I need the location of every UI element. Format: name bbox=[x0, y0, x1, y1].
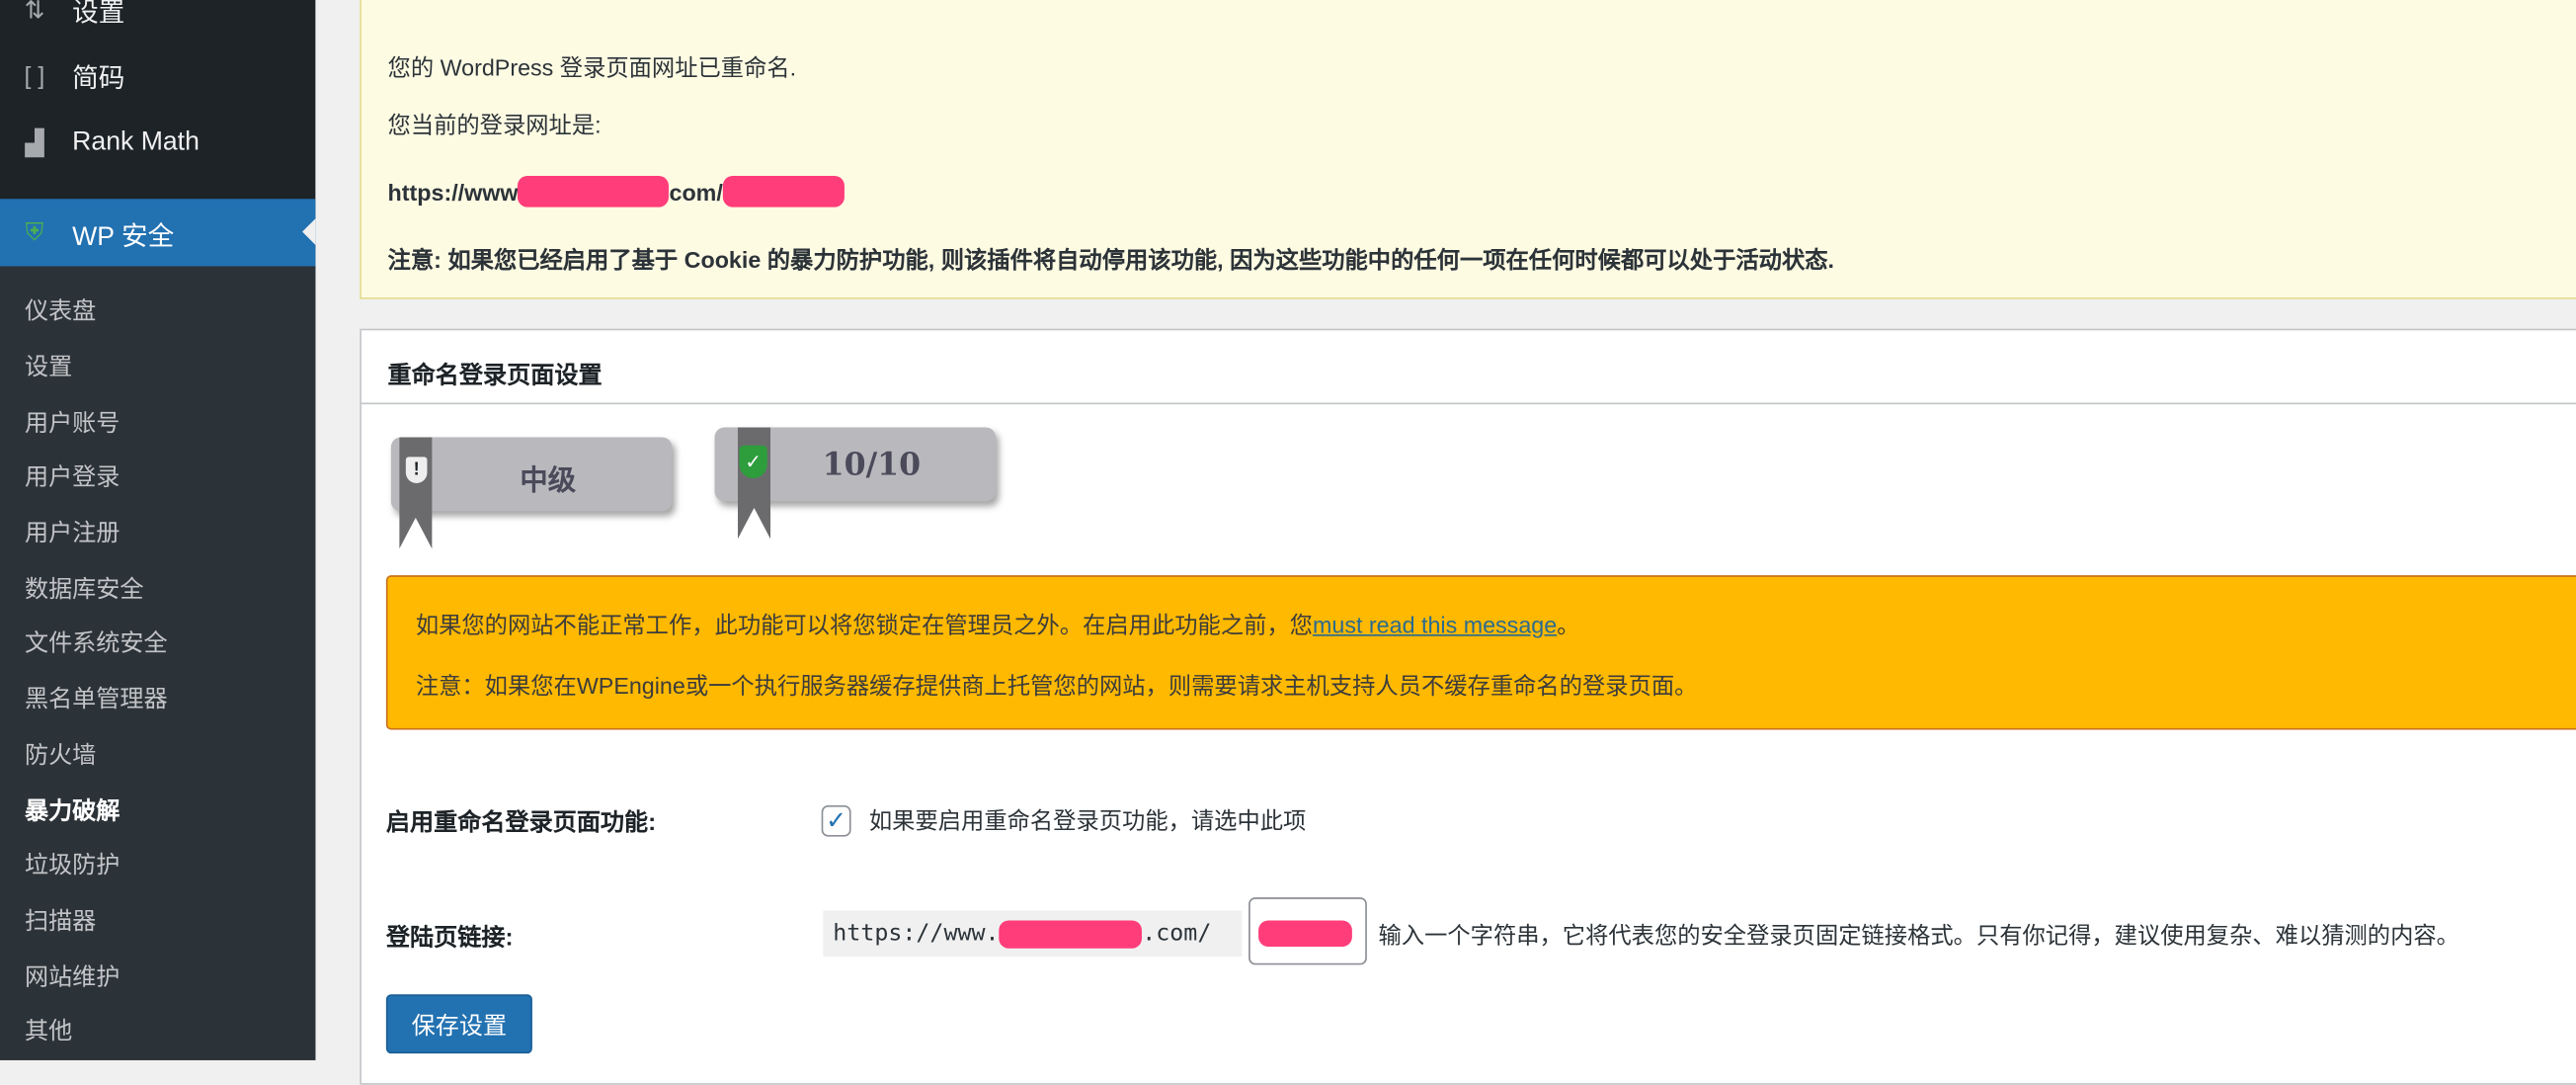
submenu-maintenance[interactable]: 网站维护 bbox=[25, 959, 120, 993]
rename-success-notice: 您的 WordPress 登录页面网址已重命名. 您当前的登录网址是: http… bbox=[360, 0, 2576, 299]
current-login-url: https://www com/ bbox=[388, 175, 845, 208]
panel-title: 重命名登录页面设置 bbox=[387, 363, 603, 390]
rank-math-icon: ▟ bbox=[25, 129, 44, 158]
warning-line: 如果您的网站不能正常工作，此功能可以将您锁定在管理员之外。在启用此功能之前，您m… bbox=[415, 611, 1580, 638]
notice-note: 注意: 如果您已经启用了基于 Cookie 的暴力防护功能, 则该插件将自动停用… bbox=[387, 246, 1834, 274]
login-url-prefix: https://www. .com/ bbox=[823, 910, 1243, 958]
redacted-domain bbox=[999, 919, 1143, 948]
submenu-scanner[interactable]: 扫描器 bbox=[25, 902, 96, 937]
redacted-slug bbox=[1258, 920, 1352, 948]
submenu-brute-force[interactable]: 暴力破解 bbox=[25, 793, 120, 827]
notice-line: 您的 WordPress 登录页面网址已重命名. bbox=[387, 53, 797, 81]
shield-check-icon: ⛨ bbox=[25, 218, 44, 247]
lockout-warning: 如果您的网站不能正常工作，此功能可以将您锁定在管理员之外。在启用此功能之前，您m… bbox=[385, 575, 2576, 730]
must-read-link[interactable]: must read this message bbox=[1313, 612, 1557, 638]
submenu-dashboard[interactable]: 仪表盘 bbox=[25, 292, 96, 327]
submenu-database-security[interactable]: 数据库安全 bbox=[25, 570, 144, 605]
shield-check-green-icon: ✓ bbox=[739, 445, 767, 479]
slug-label: 登陆页链接: bbox=[385, 925, 514, 953]
admin-sidebar: ⇅ 设置 [ ] 简码 ▟ Rank Math ⛨ WP 安全 仪表盘 设置 用户账号 … bbox=[0, 0, 316, 1060]
sidebar-item-wp-security[interactable]: ⛨ WP 安全 bbox=[0, 199, 316, 267]
submenu-user-accounts[interactable]: 用户账号 bbox=[25, 404, 120, 439]
submenu-firewall[interactable]: 防火墙 bbox=[25, 736, 96, 771]
rename-login-panel: 重命名登录页面设置 中级 ! 10/10 ✓ 如果您的网站不能正常工作，此功能可… bbox=[360, 328, 2576, 1085]
submenu-spam-prevention[interactable]: 垃圾防护 bbox=[25, 847, 120, 881]
settings-sliders-icon: ⇅ bbox=[24, 0, 45, 25]
shortcode-brackets-icon: [ ] bbox=[24, 61, 45, 90]
redacted-domain bbox=[518, 175, 670, 208]
enable-rename-checkbox[interactable]: ✓ bbox=[821, 805, 851, 837]
warning-line: 注意：如果您在WPEngine或一个执行服务器缓存提供商上托管您的网站，则需要请… bbox=[415, 672, 1698, 699]
login-slug-input[interactable] bbox=[1248, 897, 1367, 965]
enable-label: 启用重命名登录页面功能: bbox=[385, 810, 657, 837]
sidebar-item-shortcode[interactable]: [ ] 简码 bbox=[0, 42, 315, 109]
submenu-filesystem-security[interactable]: 文件系统安全 bbox=[25, 625, 168, 659]
sidebar-item-rank-math[interactable]: ▟ Rank Math bbox=[0, 110, 315, 176]
enable-description: 如果要启用重命名登录页功能，请选中此项 bbox=[868, 806, 1307, 834]
checkmark-icon: ✓ bbox=[826, 806, 847, 835]
submenu-settings[interactable]: 设置 bbox=[25, 349, 72, 383]
security-level-badge: 中级 bbox=[390, 437, 673, 512]
submenu-miscellaneous[interactable]: 其他 bbox=[25, 1013, 72, 1047]
sidebar-item-settings[interactable]: ⇅ 设置 bbox=[0, 0, 315, 42]
slug-hint: 输入一个字符串，它将代表您的安全登录页固定链接格式。只有你记得，建议使用复杂、难… bbox=[1378, 922, 2459, 949]
save-settings-button[interactable]: 保存设置 bbox=[385, 994, 532, 1054]
notice-line: 您当前的登录网址是: bbox=[387, 112, 602, 138]
submenu-user-registration[interactable]: 用户注册 bbox=[25, 515, 120, 549]
ribbon bbox=[737, 427, 771, 540]
submenu-blacklist-manager[interactable]: 黑名单管理器 bbox=[25, 681, 168, 715]
shield-exclamation-icon: ! bbox=[405, 457, 428, 484]
redacted-slug bbox=[722, 175, 845, 208]
submenu-user-login[interactable]: 用户登录 bbox=[25, 459, 120, 493]
sidebar-submenu bbox=[0, 266, 316, 1060]
panel-header: 重命名登录页面设置 bbox=[361, 330, 2576, 405]
ribbon bbox=[399, 437, 433, 549]
